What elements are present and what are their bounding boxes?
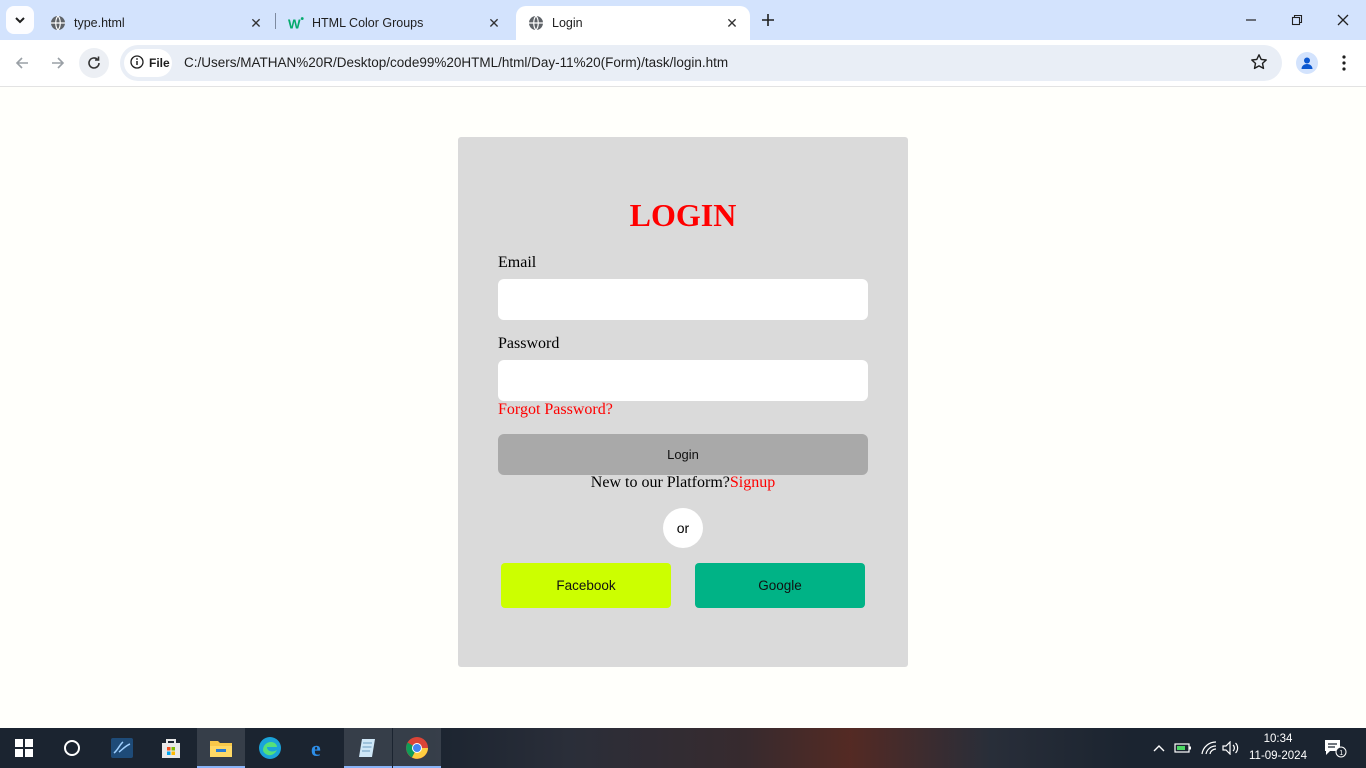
chevron-up-icon	[1153, 745, 1165, 752]
wallpaper-strip	[430, 728, 1130, 768]
tab-title: type.html	[74, 16, 125, 30]
cortana-circle-icon	[64, 740, 80, 756]
folder-icon	[210, 741, 232, 757]
or-divider: or	[663, 508, 703, 548]
notifications-button[interactable]: 1	[1320, 728, 1350, 768]
chevron-down-icon	[15, 17, 25, 24]
globe-icon	[50, 15, 66, 31]
password-field[interactable]	[498, 360, 868, 401]
close-tab-icon[interactable]: ✕	[484, 13, 504, 33]
profile-avatar-icon[interactable]	[1296, 52, 1318, 74]
wifi-icon	[1201, 741, 1217, 755]
w3schools-icon: W	[288, 15, 304, 31]
clock-date: 11-09-2024	[1249, 750, 1307, 762]
facebook-button[interactable]: Facebook	[501, 563, 671, 608]
login-card: LOGIN Email Password Forgot Password? Lo…	[458, 137, 908, 667]
windows-taskbar: e 10:34 11-09-2024 1	[0, 728, 1366, 768]
minimize-button[interactable]	[1228, 0, 1274, 40]
close-tab-icon[interactable]: ✕	[246, 13, 266, 33]
tab-title: Login	[552, 16, 583, 30]
chrome-icon	[406, 737, 428, 759]
google-button[interactable]: Google	[695, 563, 865, 608]
battery-charging-icon	[1174, 743, 1191, 753]
speaker-icon	[1222, 741, 1239, 755]
search-button[interactable]	[48, 728, 96, 768]
signup-prompt-text: New to our Platform?	[590, 474, 730, 491]
taskbar-app-ie[interactable]: e	[296, 728, 344, 768]
internet-explorer-icon: e	[311, 736, 321, 760]
info-icon	[130, 54, 144, 72]
address-bar[interactable]: File C:/Users/MATHAN%20R/Desktop/code99%…	[120, 45, 1282, 81]
reload-icon	[88, 56, 100, 69]
close-icon	[1337, 14, 1349, 26]
svg-text:W: W	[288, 16, 301, 31]
minimize-icon	[1246, 19, 1256, 21]
windows-logo-icon	[15, 739, 33, 757]
volume-tray[interactable]	[1220, 728, 1242, 768]
close-window-button[interactable]	[1320, 0, 1366, 40]
back-button[interactable]	[7, 48, 37, 78]
taskbar-app-store[interactable]	[147, 728, 195, 768]
signup-prompt: New to our Platform?Signup	[458, 474, 908, 492]
start-button[interactable]	[0, 728, 48, 768]
notepad-icon	[359, 739, 375, 757]
restore-button[interactable]	[1274, 0, 1320, 40]
tab-type-html[interactable]: type.html ✕	[38, 6, 274, 40]
forgot-password-link[interactable]: Forgot Password?	[498, 401, 613, 419]
url-text[interactable]: C:/Users/MATHAN%20R/Desktop/code99%20HTM…	[184, 55, 728, 70]
email-field[interactable]	[498, 279, 868, 320]
new-tab-button[interactable]	[756, 8, 780, 32]
tab-strip: type.html ✕ W HTML Color Groups ✕ Login …	[0, 0, 1366, 40]
browser-toolbar: File C:/Users/MATHAN%20R/Desktop/code99%…	[0, 40, 1366, 87]
signup-link[interactable]: Signup	[730, 474, 775, 491]
password-label: Password	[498, 335, 560, 352]
battery-tray[interactable]	[1172, 728, 1194, 768]
taskbar-app-chrome[interactable]	[393, 728, 441, 768]
email-label: Email	[498, 254, 537, 271]
login-button[interactable]: Login	[498, 434, 868, 475]
tab-search-button[interactable]	[6, 6, 34, 34]
clock-time: 10:34	[1263, 733, 1293, 745]
globe-icon	[528, 15, 544, 31]
tab-title: HTML Color Groups	[312, 16, 424, 30]
arrow-left-icon	[15, 57, 28, 69]
notification-count: 1	[1339, 750, 1343, 757]
wifi-tray[interactable]	[1198, 728, 1220, 768]
bookmark-star-icon[interactable]	[1250, 53, 1268, 76]
kebab-menu-icon[interactable]	[1334, 52, 1354, 74]
tab-login[interactable]: Login ✕	[516, 6, 750, 40]
show-hidden-icons[interactable]	[1150, 728, 1168, 768]
taskbar-app-sql[interactable]	[98, 728, 146, 768]
notification-center-icon: 1	[1325, 740, 1347, 758]
arrow-right-icon	[52, 57, 65, 69]
reload-button[interactable]	[79, 48, 109, 78]
database-app-icon	[111, 738, 133, 758]
restore-icon	[1291, 14, 1303, 26]
login-title: LOGIN	[629, 197, 737, 233]
site-info-chip[interactable]: File	[124, 49, 172, 77]
taskbar-app-notes[interactable]	[344, 728, 392, 768]
svg-text:e: e	[311, 736, 321, 760]
site-info-label: File	[149, 56, 170, 70]
forward-button[interactable]	[43, 48, 73, 78]
tab-html-color-groups[interactable]: W HTML Color Groups ✕	[276, 6, 512, 40]
plus-icon	[762, 14, 774, 26]
edge-icon	[259, 737, 281, 759]
taskbar-clock[interactable]: 10:34 11-09-2024	[1240, 731, 1316, 765]
store-bag-icon	[162, 739, 180, 758]
close-tab-icon[interactable]: ✕	[722, 13, 742, 33]
taskbar-app-file-explorer[interactable]	[197, 728, 245, 768]
taskbar-app-edge[interactable]	[246, 728, 294, 768]
